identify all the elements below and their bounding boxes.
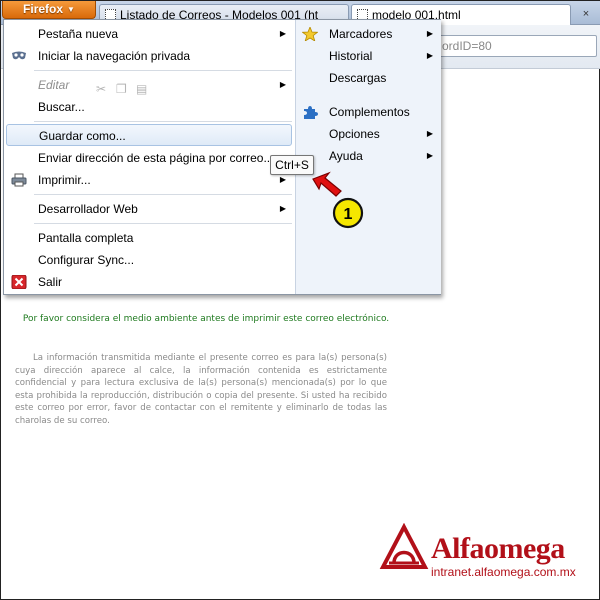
menu-item-set-up-sync[interactable]: Configurar Sync...	[4, 249, 294, 271]
red-arrow-icon	[312, 171, 342, 197]
private-browsing-mask-icon	[12, 51, 26, 60]
menu-item-web-developer[interactable]: Desarrollador Web ▶	[4, 198, 294, 220]
firefox-app-menu: Pestaña nueva ▶ Iniciar la navegación pr…	[3, 19, 441, 295]
puzzle-piece-icon	[304, 106, 318, 119]
submenu-arrow-icon: ▶	[279, 204, 286, 213]
alfaomega-logo: Alfaomega intranet.alfaomega.com.mx	[379, 523, 591, 583]
menu-item-print[interactable]: Imprimir... ▶	[4, 169, 294, 191]
menu-item-label: Pestaña nueva	[38, 27, 119, 41]
printer-icon	[11, 173, 27, 187]
menu-item-send-link[interactable]: Enviar dirección de esta página por corr…	[4, 147, 294, 169]
firefox-menu-button[interactable]: Firefox ▼	[2, 1, 96, 19]
menu-item-full-screen[interactable]: Pantalla completa	[4, 227, 294, 249]
menu-item-label: Buscar...	[38, 100, 85, 114]
submenu-arrow-icon: ▶	[426, 129, 433, 138]
menu-item-private-browsing[interactable]: Iniciar la navegación privada	[4, 45, 294, 67]
menu-separator	[34, 121, 292, 122]
callout-badge: 1	[332, 197, 364, 229]
firefox-button-label: Firefox	[23, 2, 64, 16]
menu-item-edit[interactable]: Editar ✂ ❐ ▤ ▶	[4, 74, 294, 96]
annotation-callout: 1	[312, 171, 364, 229]
logo-name: Alfaomega	[431, 532, 565, 565]
menu-item-label: Iniciar la navegación privada	[38, 49, 191, 63]
menu-item-exit[interactable]: Salir	[4, 271, 294, 293]
cut-icon[interactable]: ✂	[96, 82, 110, 96]
menu-item-help[interactable]: Ayuda ▶	[295, 145, 441, 167]
menu-item-label: Enviar dirección de esta página por corr…	[38, 151, 274, 165]
star-icon	[302, 27, 318, 41]
callout-number: 1	[344, 206, 353, 223]
submenu-arrow-icon: ▶	[426, 51, 433, 60]
menu-item-add-ons[interactable]: Complementos	[295, 101, 441, 123]
menu-item-label: Historial	[329, 49, 373, 63]
menu-item-new-tab[interactable]: Pestaña nueva ▶	[4, 23, 294, 45]
environment-notice: Por favor considera el medio ambiente an…	[22, 314, 390, 324]
menu-item-label: Salir	[38, 275, 63, 289]
alfaomega-emblem-icon	[379, 523, 429, 569]
menu-item-label: Editar	[38, 78, 70, 92]
menu-item-downloads[interactable]: Descargas	[295, 67, 441, 89]
exit-icon	[11, 275, 27, 289]
dropdown-arrow-icon: ▼	[67, 5, 75, 14]
menu-item-label: Pantalla completa	[38, 231, 134, 245]
shortcut-tooltip: Ctrl+S	[270, 155, 314, 175]
logo-url: intranet.alfaomega.com.mx	[431, 565, 576, 579]
url-text: ordID=80	[442, 39, 492, 53]
menu-separator	[34, 70, 292, 71]
browser-window: Listado de Correos - Modelos 001 (ht mod…	[0, 0, 600, 600]
menu-separator	[34, 223, 292, 224]
menu-item-label: Opciones	[329, 127, 380, 141]
submenu-arrow-icon: ▶	[279, 80, 286, 89]
menu-item-label: Configurar Sync...	[38, 253, 135, 267]
menu-item-label: Ayuda	[329, 149, 363, 163]
submenu-arrow-icon: ▶	[426, 29, 433, 38]
menu-item-bookmarks[interactable]: Marcadores ▶	[295, 23, 441, 45]
copy-icon[interactable]: ❐	[116, 82, 130, 96]
menu-item-label: Descargas	[329, 71, 387, 85]
menu-separator	[34, 194, 292, 195]
menu-item-find[interactable]: Buscar...	[4, 96, 294, 118]
close-tab-icon[interactable]: ×	[579, 7, 593, 21]
menu-item-label: Complementos	[329, 105, 410, 119]
submenu-arrow-icon: ▶	[279, 29, 286, 38]
menu-item-history[interactable]: Historial ▶	[295, 45, 441, 67]
submenu-arrow-icon: ▶	[426, 151, 433, 160]
confidentiality-disclaimer: La información transmitida mediante el p…	[15, 353, 387, 426]
menu-item-label: Guardar como...	[39, 129, 126, 143]
menu-item-label: Imprimir...	[38, 173, 91, 187]
paste-icon[interactable]: ▤	[136, 82, 150, 96]
menu-item-save-as[interactable]: Guardar como...	[6, 124, 292, 146]
menu-item-label: Desarrollador Web	[38, 202, 138, 216]
menu-item-label: Marcadores	[329, 27, 393, 41]
menu-item-options[interactable]: Opciones ▶	[295, 123, 441, 145]
